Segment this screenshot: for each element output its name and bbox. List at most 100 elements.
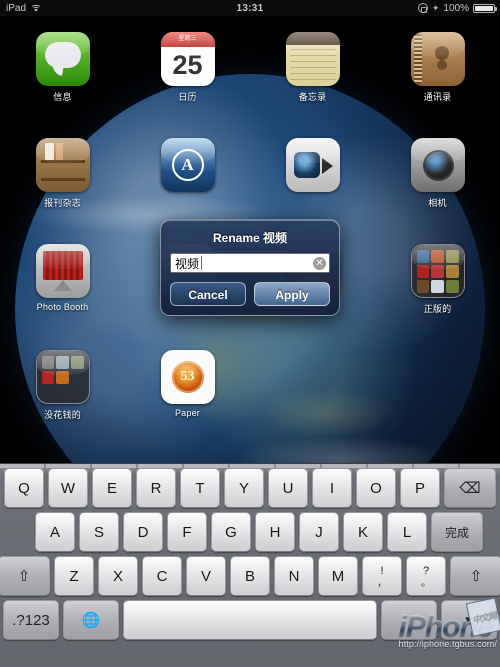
key-top-glyph: ! (380, 565, 384, 577)
key-m[interactable]: M (318, 556, 358, 596)
contacts-icon[interactable] (410, 32, 465, 86)
keyboard-row-2: A S D F G H J K L 完成 (3, 512, 497, 552)
key-s[interactable]: S (79, 512, 119, 552)
key-u[interactable]: U (268, 468, 308, 508)
onscreen-keyboard[interactable]: Q W E R T Y U I O P ⌫ A S D F G H J K L 完成 ⇧ Z X C V B N M!，?。 ⇧ .?… (0, 463, 500, 667)
app-newsstand[interactable]: 报刊杂志 (0, 138, 125, 209)
key-t[interactable]: T (180, 468, 220, 508)
dialog-input-wrap: ✕ (170, 253, 330, 273)
app-row-2: 报刊杂志 A App Store 视频 相机 (0, 138, 500, 209)
app-paper[interactable]: Paper (125, 350, 250, 421)
status-bar: iPad 13:31 ✦ 100% (0, 0, 500, 16)
text-caret (201, 256, 202, 270)
app-store-icon[interactable]: A (160, 138, 215, 192)
app-label: Photo Booth (36, 302, 89, 312)
battery-percent: 100% (443, 2, 469, 14)
status-bar-right: ✦ 100% (417, 2, 497, 14)
key-question-period[interactable]: ?。 (406, 556, 446, 596)
key-g[interactable]: G (211, 512, 251, 552)
app-camera[interactable]: 相机 (375, 138, 500, 209)
key-a[interactable]: A (35, 512, 75, 552)
app-notes[interactable]: 备忘录 (250, 32, 375, 103)
key-sub-glyph: 。 (421, 578, 431, 589)
key-h[interactable]: H (255, 512, 295, 552)
bluetooth-icon: ✦ (431, 2, 440, 13)
app-app-store[interactable]: A App Store (125, 138, 250, 209)
app-label: 信息 (53, 92, 72, 102)
key-v[interactable]: V (186, 556, 226, 596)
calendar-month: 星期三 (160, 32, 215, 47)
key-x[interactable]: X (98, 556, 138, 596)
keyboard-row-1: Q W E R T Y U I O P ⌫ (3, 468, 497, 508)
app-label: 通讯录 (423, 92, 452, 102)
folder-icon[interactable] (35, 350, 90, 404)
rename-dialog: Rename 视频 ✕ Cancel Apply (160, 219, 340, 316)
keyboard-row-2-spacer (17, 512, 31, 552)
notes-icon[interactable] (285, 32, 340, 86)
photo-booth-icon[interactable] (35, 244, 90, 298)
key-done[interactable]: 完成 (431, 512, 483, 552)
rotation-lock-icon (417, 3, 428, 13)
folder-meihuaqiande[interactable]: 没花钱的 (0, 350, 125, 421)
app-row-4: 没花钱的 Paper (0, 350, 500, 421)
key-n[interactable]: N (274, 556, 314, 596)
key-f[interactable]: F (167, 512, 207, 552)
calendar-icon[interactable]: 星期三 25 (160, 32, 215, 86)
dialog-title: Rename 视频 (212, 231, 288, 245)
key-i[interactable]: I (312, 468, 352, 508)
shift-left-icon[interactable]: ⇧ (0, 556, 50, 596)
key-q[interactable]: Q (4, 468, 44, 508)
key-p[interactable]: P (400, 468, 440, 508)
key-o[interactable]: O (356, 468, 396, 508)
key-sub-glyph: ， (377, 578, 387, 589)
app-contacts[interactable]: 通讯录 (375, 32, 500, 103)
app-messages[interactable]: 信息 (0, 32, 125, 103)
newsstand-icon[interactable] (35, 138, 90, 192)
key-y[interactable]: Y (224, 468, 264, 508)
key-k[interactable]: K (343, 512, 383, 552)
rename-input[interactable] (170, 253, 330, 273)
key-w[interactable]: W (48, 468, 88, 508)
clear-text-icon[interactable]: ✕ (313, 257, 326, 270)
app-label: 正版的 (423, 304, 452, 314)
key-r[interactable]: R (136, 468, 176, 508)
messages-icon[interactable] (35, 32, 90, 86)
camera-icon[interactable] (410, 138, 465, 192)
key-hide-keyboard-placeholder[interactable] (381, 600, 437, 640)
key-j[interactable]: J (299, 512, 339, 552)
key-c[interactable]: C (142, 556, 182, 596)
app-facetime[interactable]: 视频 (250, 138, 375, 209)
cancel-button[interactable]: Cancel (170, 282, 246, 306)
folder-icon[interactable] (410, 244, 465, 298)
shift-right-icon[interactable]: ⇧ (450, 556, 500, 596)
folder-zhengbande[interactable]: 正版的 (375, 244, 500, 315)
home-screen[interactable]: 信息 星期三 25 日历 备忘录 通讯录 报刊杂志 A 相机 Photo Boo… (0, 16, 500, 463)
globe-icon[interactable]: 🌐 (63, 600, 119, 640)
app-label: 备忘录 (298, 92, 327, 102)
battery-icon (473, 3, 497, 13)
key-exclamation-comma[interactable]: !， (362, 556, 402, 596)
key-space[interactable] (123, 600, 377, 640)
key-b[interactable]: B (230, 556, 270, 596)
app-empty-1 (250, 350, 375, 421)
paper-icon[interactable] (160, 350, 215, 404)
key-z[interactable]: Z (54, 556, 94, 596)
key-top-glyph: ? (422, 565, 430, 577)
app-calendar[interactable]: 星期三 25 日历 (125, 32, 250, 103)
keyboard-row-3: ⇧ Z X C V B N M!，?。 ⇧ (0, 556, 500, 596)
key-numbers[interactable]: .?123 (3, 600, 59, 640)
app-photo-booth[interactable]: Photo Booth (0, 244, 125, 315)
key-e[interactable]: E (92, 468, 132, 508)
app-empty-2 (375, 350, 500, 421)
app-label: 日历 (178, 92, 197, 102)
key-l[interactable]: L (387, 512, 427, 552)
backspace-icon[interactable]: ⌫ (444, 468, 496, 508)
app-label: 相机 (428, 198, 447, 208)
app-store-letter: A (181, 155, 194, 174)
apply-button[interactable]: Apply (254, 282, 330, 306)
facetime-icon[interactable] (285, 138, 340, 192)
key-d[interactable]: D (123, 512, 163, 552)
dialog-buttons: Cancel Apply (170, 282, 330, 306)
hide-keyboard-icon[interactable]: ▾ (441, 600, 497, 640)
app-label: 报刊杂志 (44, 198, 81, 208)
